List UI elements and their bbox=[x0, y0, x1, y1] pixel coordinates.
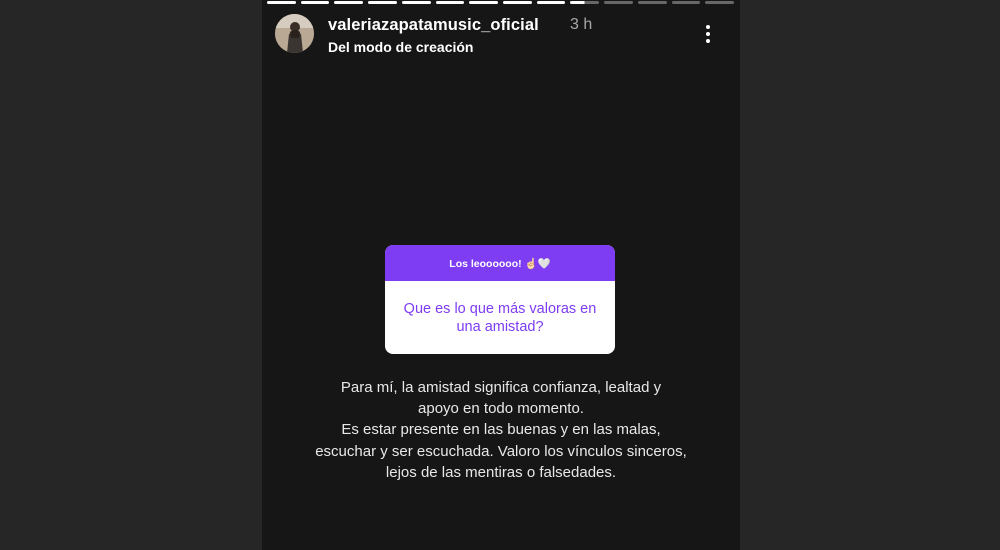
progress-segment bbox=[401, 1, 431, 4]
question-sticker[interactable]: Los leoooooo! ☝🏻🤍 Que es lo que más valo… bbox=[385, 245, 615, 354]
username[interactable]: valeriazapatamusic_oficial bbox=[328, 16, 539, 35]
progress-segment bbox=[334, 1, 364, 4]
progress-segment bbox=[671, 1, 701, 4]
progress-segment bbox=[435, 1, 465, 4]
more-options-icon[interactable] bbox=[698, 20, 718, 48]
caption-line: apoyo en todo momento. bbox=[418, 400, 584, 418]
question-sticker-header: Los leoooooo! ☝🏻🤍 bbox=[385, 245, 615, 281]
progress-segment bbox=[368, 1, 397, 4]
question-text: Que es lo que más valoras en una amistad… bbox=[403, 300, 597, 335]
progress-segment bbox=[637, 1, 667, 4]
progress-segment bbox=[604, 1, 633, 4]
avatar-photo-icon bbox=[275, 14, 314, 53]
avatar[interactable] bbox=[275, 14, 314, 53]
story-caption: Para mí, la amistad significa confianza,… bbox=[282, 377, 720, 483]
progress-segment bbox=[267, 1, 296, 4]
question-sticker-prompt: Los leoooooo! ☝🏻🤍 bbox=[449, 257, 551, 270]
story-progress-bar bbox=[267, 1, 735, 4]
progress-segment bbox=[536, 1, 566, 4]
progress-segment bbox=[570, 1, 600, 4]
caption-line: escuchar y ser escuchada. Valoro los vín… bbox=[315, 442, 687, 460]
progress-segment bbox=[503, 1, 532, 4]
question-sticker-body: Que es lo que más valoras en una amistad… bbox=[385, 281, 615, 354]
post-time: 3 h bbox=[570, 16, 593, 33]
progress-segment bbox=[300, 1, 330, 4]
progress-segment bbox=[469, 1, 499, 4]
story-subtitle: Del modo de creación bbox=[328, 39, 474, 55]
story-viewer[interactable]: valeriazapatamusic_oficial 3 h Del modo … bbox=[262, 0, 740, 550]
caption-line: Para mí, la amistad significa confianza,… bbox=[340, 379, 662, 396]
story-header: valeriazapatamusic_oficial 3 h Del modo … bbox=[275, 14, 726, 56]
caption-line: Es estar presente en las buenas y en las… bbox=[341, 421, 661, 439]
caption-line: lejos de las mentiras o falsedades. bbox=[385, 463, 617, 481]
progress-segment bbox=[705, 1, 735, 4]
